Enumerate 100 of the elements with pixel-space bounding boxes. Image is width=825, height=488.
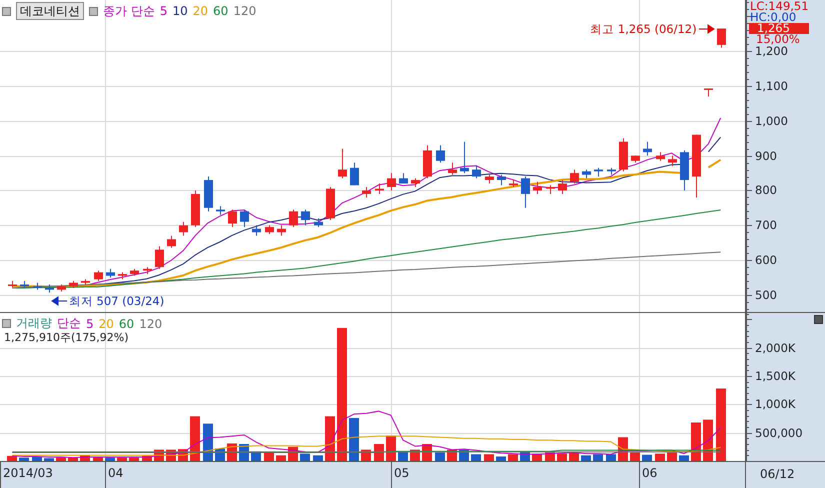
date-label: 2014/03 — [0, 462, 53, 488]
candlestick — [130, 268, 139, 276]
candlestick — [57, 284, 66, 292]
candlestick — [326, 186, 335, 221]
volume-bar — [581, 455, 591, 461]
volume-bar — [484, 454, 494, 461]
volume-bar — [32, 457, 42, 461]
candlestick — [8, 280, 17, 288]
candlestick — [607, 167, 616, 176]
volume-bar — [7, 456, 17, 461]
candlestick — [387, 172, 396, 191]
candlestick — [362, 186, 371, 198]
candlestick — [155, 246, 164, 270]
candlestick — [472, 166, 481, 179]
lc-value: LC:149,51 — [750, 1, 809, 12]
volume-bar — [557, 454, 567, 461]
volume-bar — [374, 444, 384, 461]
axis-label: 900 — [755, 150, 777, 162]
candlestick — [375, 183, 384, 194]
volume-summary: 1,275,910주(175,92%) — [4, 330, 129, 345]
candlestick — [265, 224, 274, 234]
candlestick — [423, 144, 432, 179]
axis-label: 1,000K — [755, 398, 796, 410]
candlestick — [314, 218, 323, 228]
volume-bar — [117, 458, 127, 461]
legend-title: 거래량 — [16, 315, 52, 332]
candlestick — [69, 280, 78, 288]
candlestick — [338, 148, 347, 179]
candlestick — [485, 174, 494, 184]
legend-label: 20 — [192, 4, 208, 18]
candlestick — [668, 155, 677, 167]
candlestick — [656, 152, 665, 162]
candlestick — [570, 169, 579, 184]
candlestick — [692, 134, 701, 198]
candlestick — [704, 88, 713, 97]
candlestick — [631, 155, 640, 164]
stock-name-button[interactable]: 데코네티션 — [16, 2, 84, 20]
candlestick — [301, 209, 310, 226]
volume-bar — [435, 452, 445, 461]
hc-value: HC:0,00 — [750, 12, 796, 23]
legend-title: 종가 단순 — [103, 2, 155, 20]
axis-label: 500 — [755, 288, 777, 301]
date-label: 04 — [105, 462, 124, 488]
candlestick — [680, 150, 689, 191]
volume-bar — [313, 455, 323, 461]
volume-bar — [276, 455, 286, 461]
candlestick — [509, 180, 518, 188]
date-label: 06 — [639, 462, 658, 488]
candlestick — [45, 284, 54, 293]
volume-bar — [667, 452, 677, 461]
volume-bar — [129, 458, 139, 461]
volume-bar — [679, 455, 689, 461]
candlestick — [350, 162, 359, 186]
volume-bar — [349, 418, 359, 461]
candlestick — [106, 268, 115, 278]
axis-label: 2,000K — [755, 342, 796, 354]
legend-label: 60 — [213, 4, 228, 18]
axis-label: 800 — [755, 184, 777, 196]
volume-bar — [496, 456, 506, 461]
volume-bar — [19, 458, 29, 461]
legend-label: 120 — [139, 316, 162, 330]
square-icon — [2, 6, 11, 16]
legend-label: 10 — [172, 4, 188, 18]
volume-bar — [325, 416, 335, 461]
candlestick — [20, 280, 29, 288]
high-price-label: 최고 1,265 (06/12) — [590, 22, 697, 37]
volume-bar — [642, 454, 652, 461]
volume-bar — [410, 450, 420, 461]
candlestick — [191, 190, 200, 228]
volume-bar — [471, 454, 481, 461]
volume-bar — [142, 456, 152, 461]
candlestick — [643, 141, 652, 156]
legend-label: 120 — [233, 4, 256, 18]
volume-bar — [68, 458, 78, 461]
low-price-label: 최저 507 (03/24) — [68, 294, 164, 308]
volume-bar — [300, 454, 310, 461]
axis-label: 1,000 — [755, 114, 788, 127]
candlestick — [533, 181, 542, 194]
candlestick — [277, 224, 286, 236]
legend-label: 20 — [98, 316, 114, 330]
candlestick — [179, 221, 188, 236]
arrow-icon — [50, 296, 67, 306]
candlestick — [619, 138, 628, 172]
candlestick — [216, 206, 225, 216]
legend-label: 5 — [86, 316, 94, 330]
volume-bar — [251, 451, 261, 461]
date-label: 06/12 — [745, 462, 825, 488]
candlestick — [204, 176, 213, 212]
candlestick — [448, 162, 457, 176]
volume-bar — [691, 422, 701, 461]
date-label: 05 — [391, 462, 410, 488]
candlestick — [399, 172, 408, 184]
volume-bar — [593, 454, 603, 461]
candlestick — [558, 180, 567, 194]
volume-bar — [56, 458, 66, 461]
candlestick — [582, 169, 591, 179]
arrow-icon — [698, 24, 715, 34]
candlestick — [594, 167, 603, 178]
square-icon — [2, 319, 11, 328]
candlestick — [240, 209, 249, 228]
